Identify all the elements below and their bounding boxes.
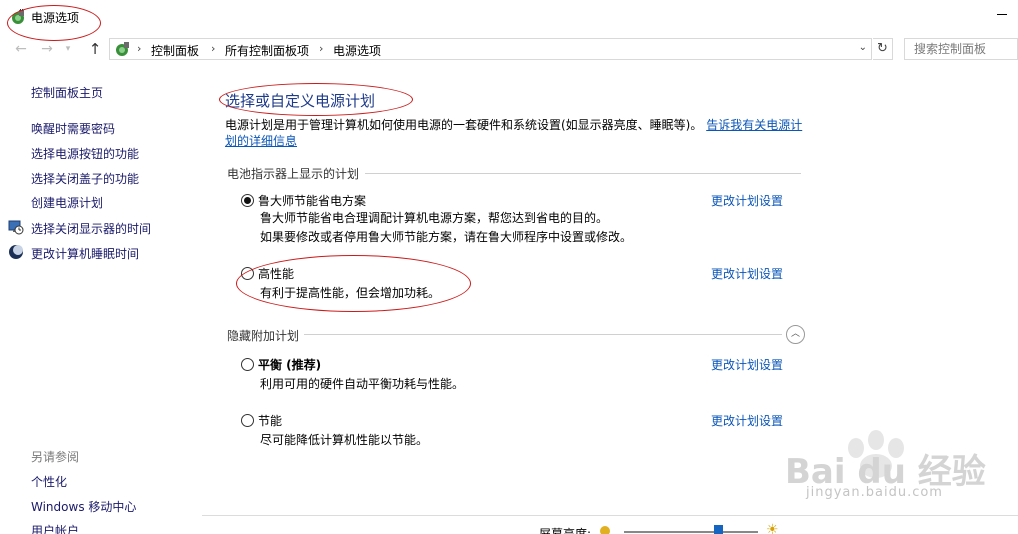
breadcrumb-control-panel[interactable]: 控制面板 bbox=[151, 42, 199, 59]
brightness-slider-thumb[interactable] bbox=[713, 525, 723, 534]
brightness-high-icon: ☀ bbox=[766, 522, 779, 534]
change-plan-settings-link-ludashi[interactable]: 更改计划设置 bbox=[711, 192, 783, 209]
recent-locations-chevron-icon[interactable]: ▾ bbox=[62, 40, 74, 58]
breadcrumb-separator-icon: › bbox=[137, 42, 142, 55]
change-plan-settings-link-high-performance[interactable]: 更改计划设置 bbox=[711, 265, 783, 282]
power-options-icon bbox=[12, 9, 24, 24]
forward-arrow-icon[interactable]: → bbox=[38, 40, 56, 58]
sidebar-item-power-button[interactable]: 选择电源按钮的功能 bbox=[31, 145, 139, 162]
hidden-section-heading: 隐藏附加计划 bbox=[227, 329, 300, 343]
refresh-icon[interactable]: ↻ bbox=[873, 38, 893, 60]
sidebar-item-wake-password[interactable]: 唤醒时需要密码 bbox=[31, 120, 115, 137]
brightness-label: 屏幕亮度: bbox=[539, 527, 592, 534]
brightness-slider[interactable] bbox=[624, 531, 758, 533]
sidebar-item-create-plan[interactable]: 创建电源计划 bbox=[31, 194, 103, 211]
plan-desc-ludashi-line1: 鲁大师节能省电合理调配计算机电源方案，帮您达到省电的目的。 bbox=[260, 211, 609, 225]
plan-name-balanced[interactable]: 平衡 (推荐) bbox=[258, 356, 321, 373]
up-arrow-icon[interactable]: ↑ bbox=[86, 40, 104, 58]
change-plan-settings-link-power-saver[interactable]: 更改计划设置 bbox=[711, 412, 783, 429]
sidebar-item-sleep-time[interactable]: 更改计算机睡眠时间 bbox=[31, 245, 139, 262]
back-arrow-icon[interactable]: ← bbox=[12, 40, 30, 58]
plan-desc-power-saver: 尽可能降低计算机性能以节能。 bbox=[260, 433, 429, 447]
plan-radio-power-saver[interactable] bbox=[241, 414, 254, 427]
window-title: 电源选项 bbox=[31, 11, 80, 25]
description-text: 电源计划是用于管理计算机如何使用电源的一套硬件和系统设置(如显示器亮度、睡眠等)… bbox=[225, 118, 703, 132]
plan-desc-balanced: 利用可用的硬件自动平衡功耗与性能。 bbox=[260, 377, 465, 391]
battery-section-heading: 电池指示器上显示的计划 bbox=[227, 167, 360, 181]
breadcrumb-all-items[interactable]: 所有控制面板项 bbox=[225, 42, 309, 59]
address-bar[interactable]: › 控制面板 › 所有控制面板项 › 电源选项 ⌄ bbox=[109, 38, 872, 60]
section-divider bbox=[304, 334, 782, 335]
section-divider bbox=[365, 173, 801, 174]
sidebar-item-display-off[interactable]: 选择关闭显示器的时间 bbox=[31, 220, 151, 237]
title-bar: 电源选项 bbox=[0, 0, 1018, 34]
plan-radio-ludashi[interactable] bbox=[241, 194, 254, 207]
plan-name-power-saver[interactable]: 节能 bbox=[258, 412, 282, 429]
plan-desc-high-performance: 有利于提高性能，但会增加功耗。 bbox=[260, 286, 441, 300]
address-dropdown-chevron-icon[interactable]: ⌄ bbox=[859, 42, 867, 53]
breadcrumb-separator-icon: › bbox=[211, 42, 216, 55]
see-also-personalization[interactable]: 个性化 bbox=[31, 473, 67, 490]
sidebar-item-home[interactable]: 控制面板主页 bbox=[31, 84, 103, 101]
plan-desc-ludashi-line2: 如果要修改或者停用鲁大师节能方案，请在鲁大师程序中设置或修改。 bbox=[260, 230, 633, 244]
collapse-chevron-up-icon[interactable]: ︿ bbox=[786, 325, 805, 344]
page-description: 电源计划是用于管理计算机如何使用电源的一套硬件和系统设置(如显示器亮度、睡眠等)… bbox=[225, 117, 805, 149]
see-also-mobility-center[interactable]: Windows 移动中心 bbox=[31, 498, 136, 515]
breadcrumb-power-options[interactable]: 电源选项 bbox=[333, 42, 381, 59]
control-panel-icon bbox=[116, 42, 129, 56]
minimize-button[interactable] bbox=[996, 8, 1008, 20]
monitor-clock-icon bbox=[8, 220, 24, 235]
plan-radio-high-performance[interactable] bbox=[241, 267, 254, 280]
plan-name-high-performance[interactable]: 高性能 bbox=[258, 265, 294, 282]
change-plan-settings-link-balanced[interactable]: 更改计划设置 bbox=[711, 356, 783, 373]
moon-icon bbox=[9, 245, 23, 259]
sidebar-item-lid-close[interactable]: 选择关闭盖子的功能 bbox=[31, 170, 139, 187]
navigation-bar: ← → ▾ ↑ › 控制面板 › 所有控制面板项 › 电源选项 ⌄ ↻ 搜索控制… bbox=[0, 37, 1018, 61]
see-also-heading: 另请参阅 bbox=[31, 450, 80, 464]
see-also-user-accounts[interactable]: 用户帐户 bbox=[31, 522, 79, 534]
search-input[interactable]: 搜索控制面板 bbox=[904, 38, 1018, 60]
breadcrumb-separator-icon: › bbox=[319, 42, 324, 55]
brightness-low-icon bbox=[600, 526, 610, 534]
plan-radio-balanced[interactable] bbox=[241, 358, 254, 371]
watermark-url: jingyan.baidu.com bbox=[806, 485, 943, 500]
page-title: 选择或自定义电源计划 bbox=[225, 92, 376, 110]
plan-name-ludashi[interactable]: 鲁大师节能省电方案 bbox=[258, 192, 366, 209]
